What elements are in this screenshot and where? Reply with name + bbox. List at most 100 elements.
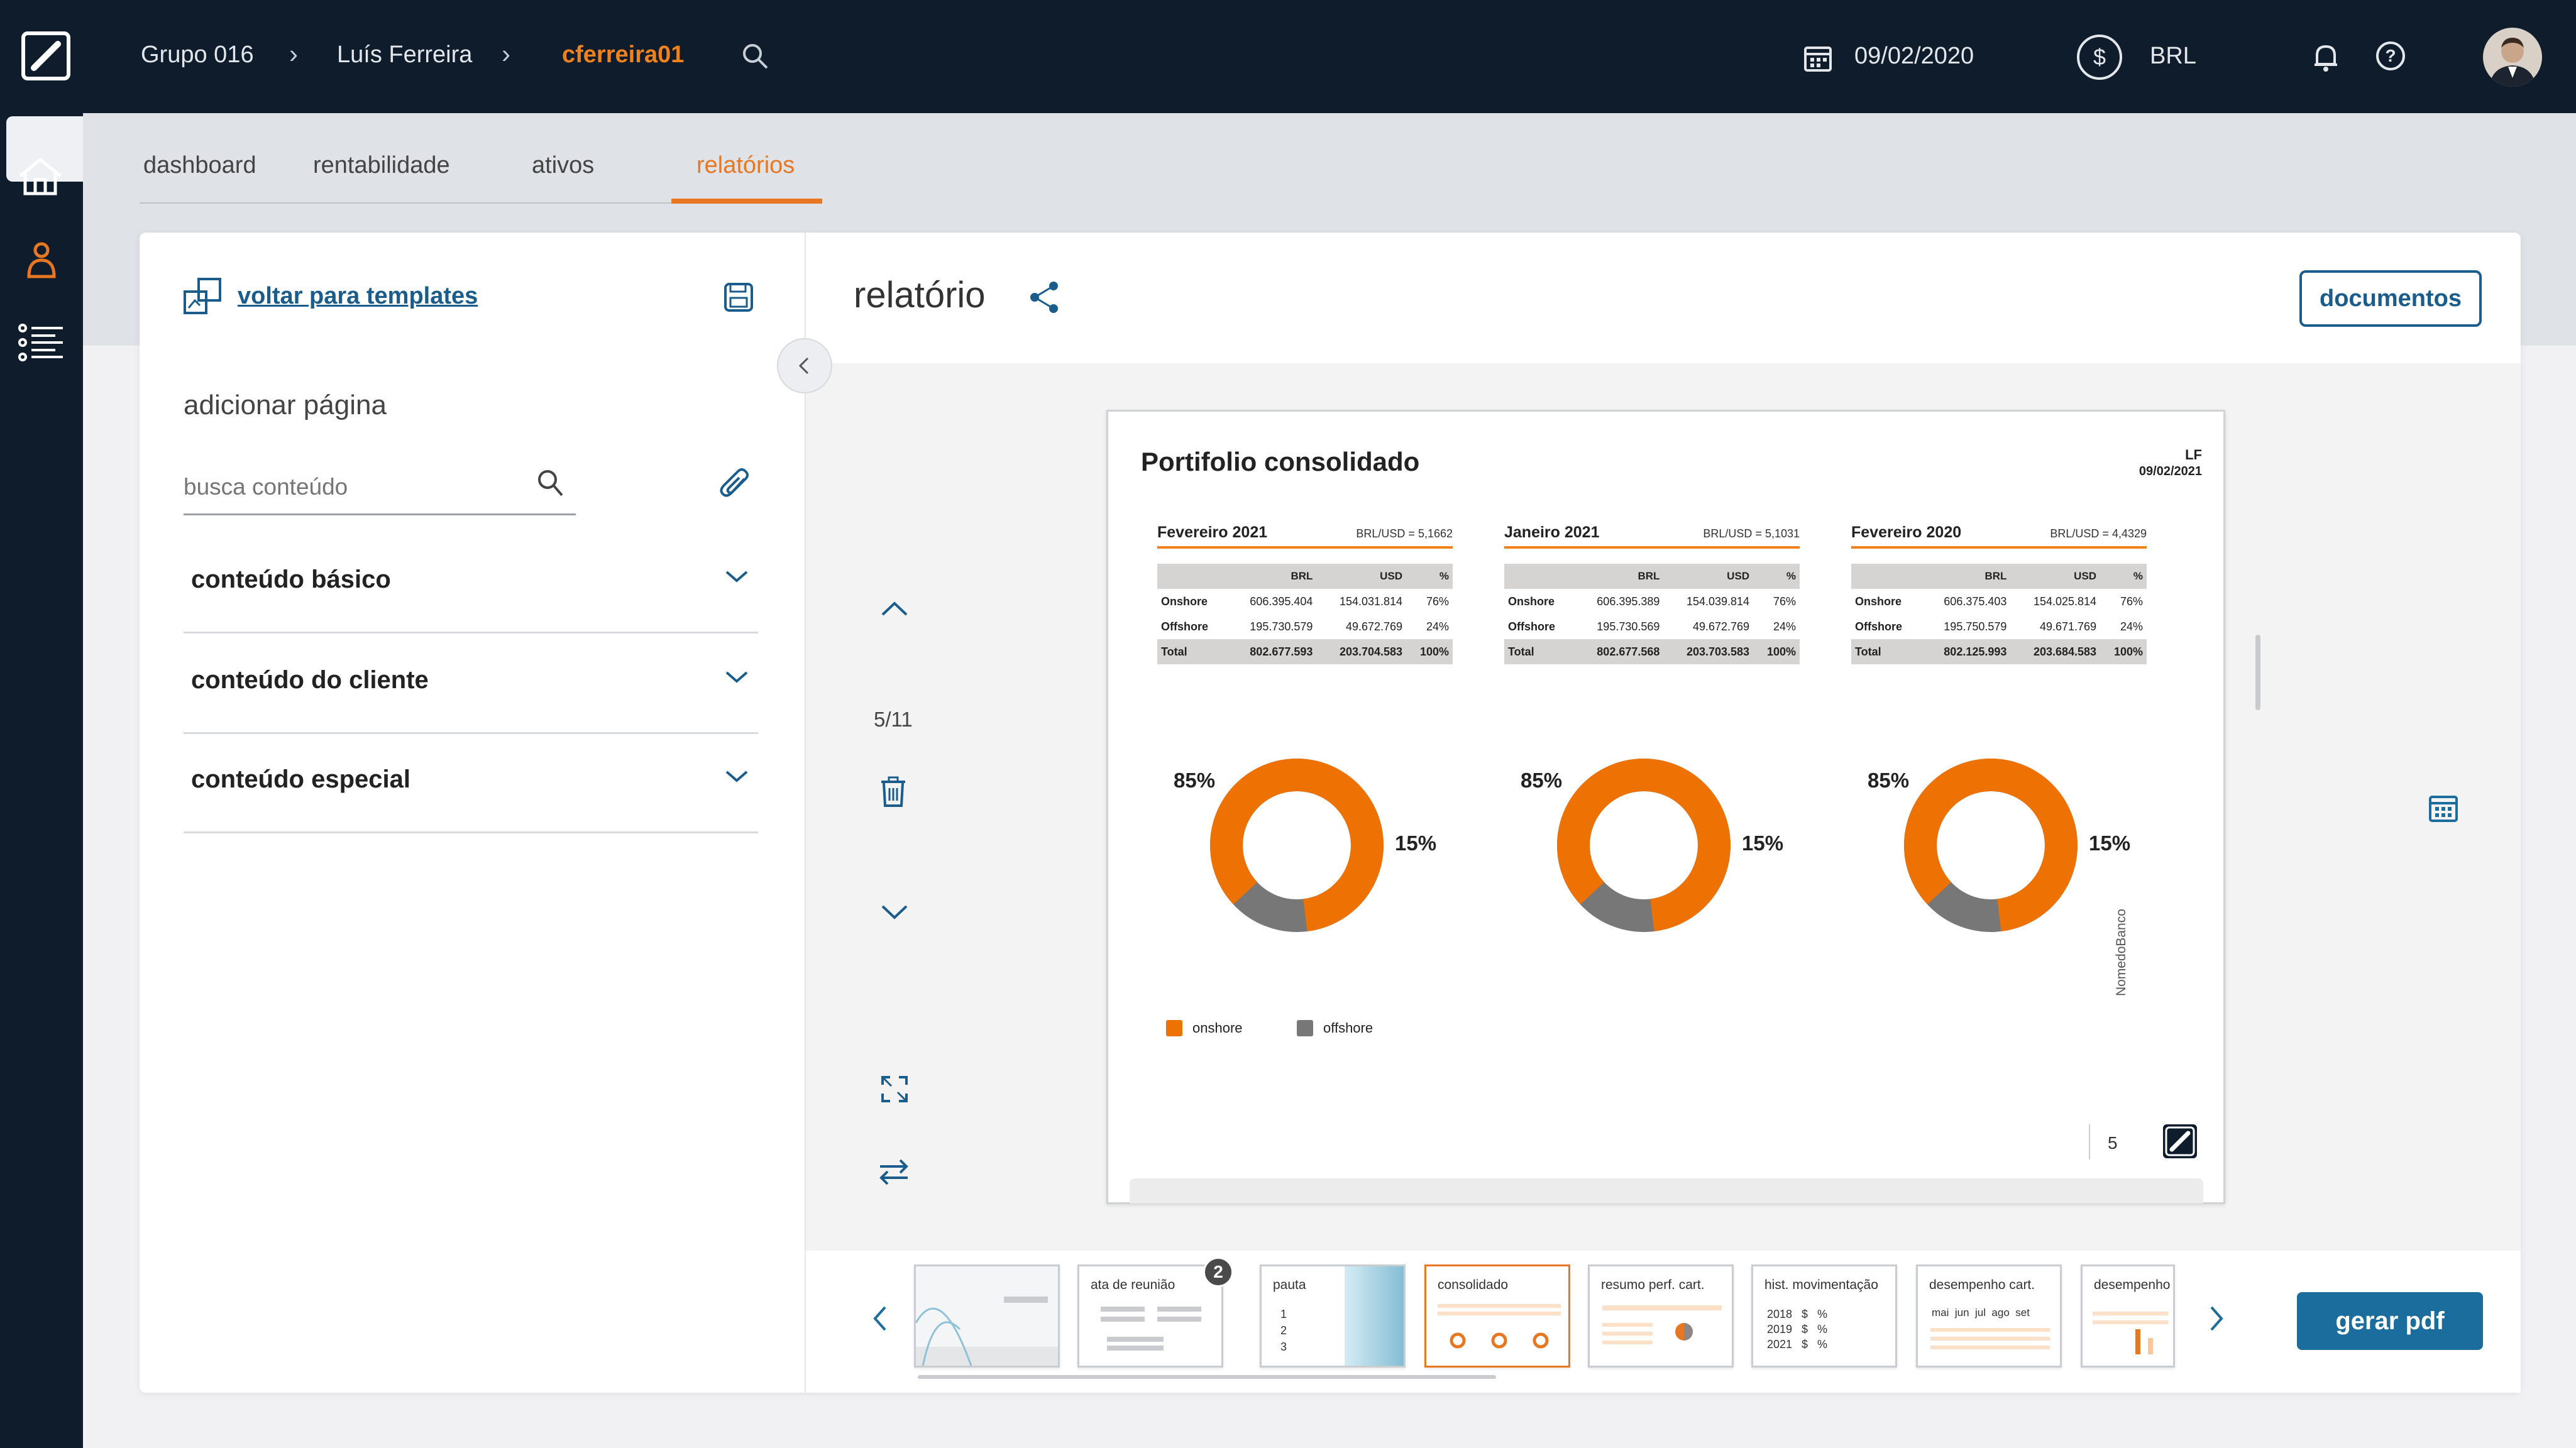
home-icon[interactable] bbox=[16, 156, 64, 197]
tab-ativos[interactable]: ativos bbox=[532, 152, 594, 179]
thumbnail-transaction-history[interactable]: hist. movimentação 2018 $ % 2019 $ % 202… bbox=[1751, 1264, 1897, 1368]
accordion-basic-content[interactable]: conteúdo básico bbox=[184, 533, 758, 634]
documents-button[interactable]: documentos bbox=[2299, 270, 2482, 327]
column-header bbox=[1504, 564, 1574, 589]
preview-scrollbar[interactable] bbox=[2255, 635, 2260, 710]
expand-icon[interactable] bbox=[880, 1075, 909, 1104]
thumbnail-performance-summary[interactable]: resumo perf. cart. bbox=[1588, 1264, 1734, 1368]
tab-relatorios[interactable]: relatórios bbox=[696, 152, 795, 179]
report-page-preview: Portifolio consolidado LF 09/02/2021 Fev… bbox=[1106, 410, 2225, 1204]
calendar-icon[interactable] bbox=[2428, 793, 2459, 823]
chevron-left-icon bbox=[798, 357, 809, 375]
current-date[interactable]: 09/02/2020 bbox=[1854, 43, 1974, 70]
bank-logo-icon bbox=[2163, 1124, 2197, 1158]
thumbnail-performance[interactable]: desempenho bbox=[2081, 1264, 2175, 1368]
thumbnail-label: desempenho cart. bbox=[1929, 1278, 2035, 1292]
attachment-icon[interactable] bbox=[719, 466, 752, 502]
chevron-up-icon[interactable] bbox=[879, 597, 910, 620]
table-title: Fevereiro 2020 bbox=[1851, 524, 1962, 541]
breadcrumb-account[interactable]: cferreira01 bbox=[562, 41, 684, 69]
breadcrumb-client[interactable]: Luís Ferreira bbox=[337, 41, 472, 69]
column-header: USD bbox=[1663, 564, 1754, 589]
column-header bbox=[1157, 564, 1227, 589]
column-header: % bbox=[1406, 564, 1453, 589]
exchange-rate: BRL/USD = 4,4329 bbox=[2050, 527, 2147, 540]
thumbnail-consolidated[interactable]: consolidado bbox=[1424, 1264, 1570, 1368]
thumbnail-cover[interactable] bbox=[914, 1264, 1060, 1368]
search-icon[interactable] bbox=[740, 41, 771, 72]
chevron-down-icon[interactable] bbox=[723, 667, 751, 686]
collapse-panel-button[interactable] bbox=[777, 338, 832, 393]
thumbnail-label: ata de reunião bbox=[1091, 1278, 1175, 1292]
legend-label: onshore bbox=[1192, 1020, 1243, 1036]
accordion-client-content[interactable]: conteúdo do cliente bbox=[184, 634, 758, 734]
page-indicator: 5/11 bbox=[874, 708, 913, 731]
table-row: Onshore 606.375.403 154.025.814 76% bbox=[1855, 595, 2143, 608]
table-row: Total 802.677.568 203.703.583 100% bbox=[1504, 639, 1800, 664]
search-field[interactable] bbox=[184, 459, 576, 515]
back-to-templates-link[interactable]: voltar para templates bbox=[238, 283, 478, 310]
share-icon[interactable] bbox=[1028, 280, 1061, 314]
legend-label: offshore bbox=[1323, 1020, 1373, 1036]
logo-icon[interactable] bbox=[21, 31, 70, 80]
accordion-label: conteúdo especial bbox=[191, 765, 410, 793]
accordion-special-content[interactable]: conteúdo especial bbox=[184, 733, 758, 833]
chevron-right-icon: › bbox=[289, 39, 298, 69]
chevron-down-icon[interactable] bbox=[879, 901, 910, 924]
portfolio-table: BRL USD% Onshore 606.395.389 154.039.814 76%… bbox=[1504, 564, 1800, 664]
divider bbox=[2089, 1124, 2090, 1160]
table-row: Onshore 606.395.404 154.031.814 76% bbox=[1161, 595, 1449, 608]
search-icon[interactable] bbox=[536, 468, 566, 499]
accordion-label: conteúdo básico bbox=[191, 566, 391, 593]
donut-chart bbox=[1210, 759, 1384, 932]
thumbnail-meeting-minutes[interactable]: ata de reunião bbox=[1077, 1264, 1223, 1368]
chevron-down-icon[interactable] bbox=[723, 567, 751, 586]
save-icon[interactable] bbox=[723, 282, 754, 313]
table-row: Offshore 195.730.579 49.672.769 24% bbox=[1161, 620, 1449, 633]
doc-title: Portifolio consolidado bbox=[1141, 447, 1420, 476]
donut-label-offshore: 15% bbox=[2089, 831, 2131, 855]
tab-dashboard[interactable]: dashboard bbox=[143, 152, 256, 179]
help-icon[interactable]: ? bbox=[2376, 41, 2405, 70]
breadcrumb-group[interactable]: Grupo 016 bbox=[141, 41, 254, 69]
chevron-right-icon[interactable] bbox=[2204, 1303, 2229, 1334]
chevron-left-icon[interactable] bbox=[867, 1303, 893, 1334]
portfolio-table: BRL USD% Onshore 606.375.403 154.025.814 76%… bbox=[1851, 564, 2147, 664]
avatar[interactable] bbox=[2483, 28, 2542, 87]
table-row: Total 802.125.993 203.684.583 100% bbox=[1851, 639, 2147, 664]
chevron-down-icon[interactable] bbox=[723, 767, 751, 786]
donut-label-onshore: 85% bbox=[1521, 769, 1563, 792]
report-title: relatório bbox=[854, 275, 986, 315]
thumbnail-portfolio-performance[interactable]: desempenho cart. mai jun jul ago set bbox=[1916, 1264, 2062, 1368]
doc-page-number: 5 bbox=[2108, 1133, 2118, 1153]
search-input[interactable] bbox=[184, 471, 510, 503]
column-header: USD bbox=[2010, 564, 2101, 589]
accordion-label: conteúdo do cliente bbox=[191, 666, 429, 694]
client-icon[interactable] bbox=[26, 241, 57, 279]
column-header: % bbox=[2100, 564, 2147, 589]
active-tab-indicator bbox=[671, 199, 822, 204]
currency-icon[interactable]: $ bbox=[2077, 35, 2122, 80]
thumbnail-agenda[interactable]: pauta 1 2 3 bbox=[1260, 1264, 1406, 1368]
table-row: Total 802.677.593 203.704.583 100% bbox=[1157, 639, 1453, 664]
calendar-icon[interactable] bbox=[1803, 43, 1833, 73]
currency-label[interactable]: BRL bbox=[2150, 43, 2196, 70]
chevron-right-icon: › bbox=[502, 39, 510, 69]
bell-icon[interactable] bbox=[2312, 41, 2340, 73]
donut-label-onshore: 85% bbox=[1174, 769, 1216, 792]
table-title: Fevereiro 2021 bbox=[1157, 524, 1268, 541]
tab-rentabilidade[interactable]: rentabilidade bbox=[313, 152, 450, 179]
column-header: % bbox=[1753, 564, 1800, 589]
templates-icon[interactable] bbox=[182, 277, 223, 317]
thumbnail-scrollbar[interactable] bbox=[918, 1375, 1496, 1379]
table-header: Fevereiro 2020 BRL/USD = 4,4329 bbox=[1851, 524, 2147, 549]
next-page-peek bbox=[1130, 1178, 2203, 1204]
column-header: BRL bbox=[1573, 564, 1664, 589]
list-icon[interactable] bbox=[18, 322, 65, 363]
thumbnail-image bbox=[1345, 1266, 1404, 1366]
swap-icon[interactable] bbox=[878, 1156, 910, 1187]
trash-icon[interactable] bbox=[879, 776, 908, 808]
table-row: Offshore 195.750.579 49.671.769 24% bbox=[1855, 620, 2143, 633]
generate-pdf-button[interactable]: gerar pdf bbox=[2297, 1292, 2483, 1350]
donut-label-offshore: 15% bbox=[1395, 831, 1437, 855]
